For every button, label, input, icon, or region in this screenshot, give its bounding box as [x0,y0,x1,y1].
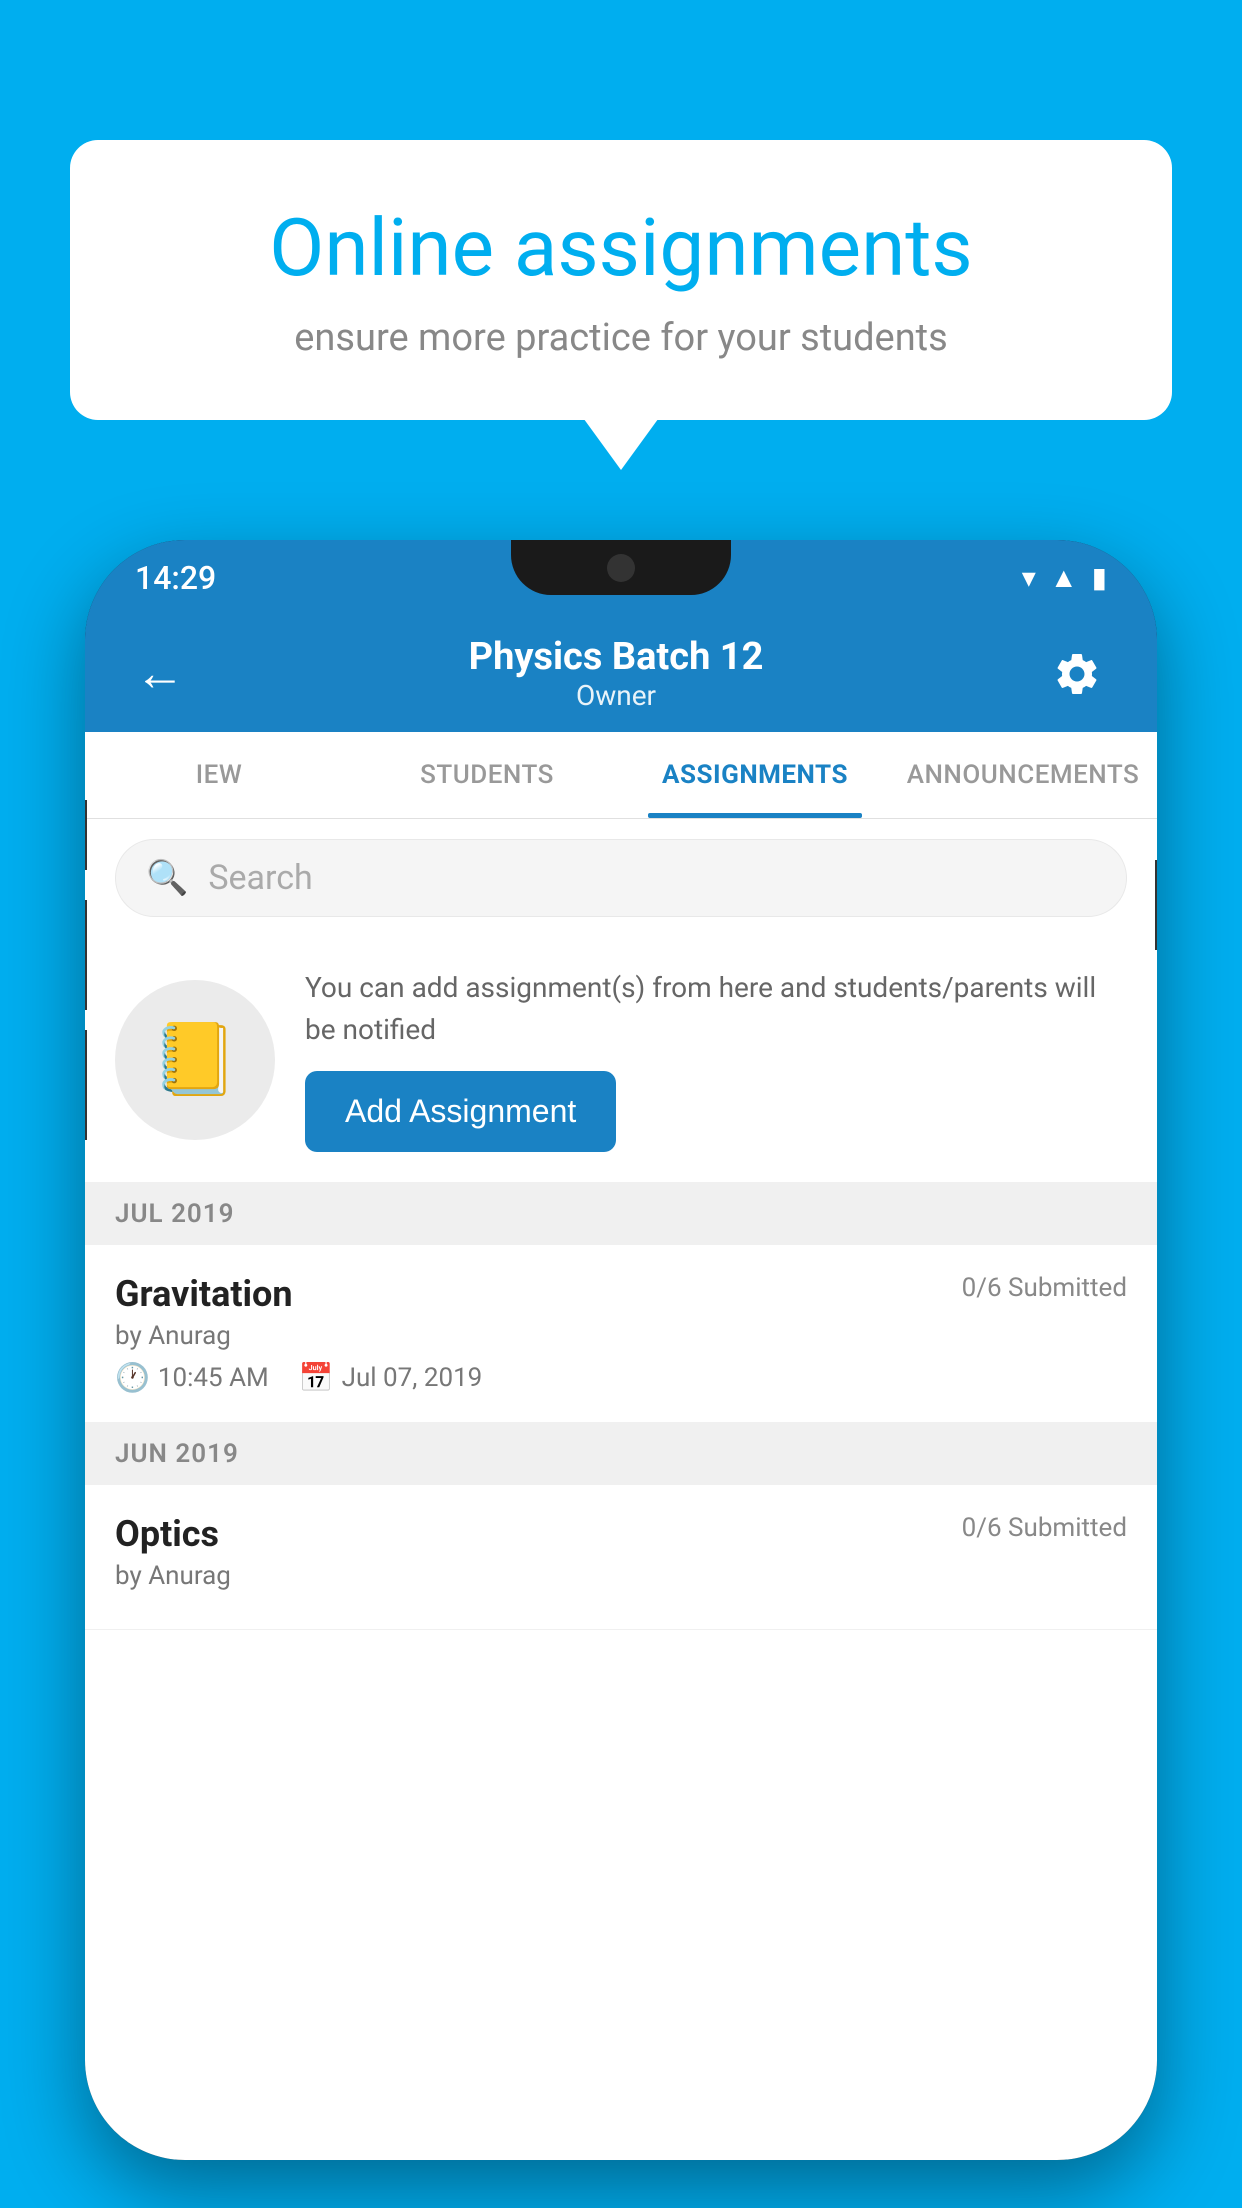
notebook-icon: 📒 [151,1019,238,1101]
signal-icon: ▲ [1050,561,1078,594]
assignment-author: by Anurag [115,1561,1127,1591]
search-placeholder: Search [208,858,312,898]
phone-screen: 🔍 Search 📒 You can add assignment(s) fro… [85,819,1157,2160]
tab-bar: IEW STUDENTS ASSIGNMENTS ANNOUNCEMENTS [85,732,1157,819]
battery-icon: ▮ [1092,561,1107,594]
phone-container: 14:29 ▾ ▲ ▮ ← Physics Batch 12 Owner [85,540,1157,2208]
section-header-jun: JUN 2019 [85,1423,1157,1485]
phone-notch [511,540,731,595]
assignment-time: 10:45 AM [158,1363,269,1393]
bubble-title: Online assignments [150,200,1092,296]
assignment-author: by Anurag [115,1321,1127,1351]
wifi-icon: ▾ [1022,561,1036,594]
table-row[interactable]: Gravitation 0/6 Submitted by Anurag 🕐 10… [85,1245,1157,1423]
tab-iew[interactable]: IEW [85,732,353,818]
promo-description: You can add assignment(s) from here and … [305,967,1127,1051]
speech-bubble-area: Online assignments ensure more practice … [70,140,1172,420]
assignment-row1: Gravitation 0/6 Submitted [115,1273,1127,1315]
header-subtitle: Owner [469,679,764,712]
silent-button [85,1030,87,1140]
assignment-date: Jul 07, 2019 [342,1363,483,1393]
assignment-status: 0/6 Submitted [962,1273,1127,1303]
camera-dot [607,554,635,582]
header-center: Physics Batch 12 Owner [469,635,764,712]
search-container: 🔍 Search [85,819,1157,937]
search-icon: 🔍 [146,858,188,898]
date-meta: 📅 Jul 07, 2019 [299,1361,483,1394]
section-header-jul: JUL 2019 [85,1183,1157,1245]
power-button [1155,860,1157,950]
section-label-jul: JUL 2019 [115,1199,235,1229]
assignment-meta: 🕐 10:45 AM 📅 Jul 07, 2019 [115,1361,1127,1394]
status-time: 14:29 [135,559,216,597]
settings-button[interactable] [1047,644,1107,704]
speech-bubble: Online assignments ensure more practice … [70,140,1172,420]
bubble-subtitle: ensure more practice for your students [150,316,1092,360]
tab-assignments[interactable]: ASSIGNMENTS [621,732,889,818]
assignment-name: Gravitation [115,1273,293,1315]
volume-down-button [85,900,87,1010]
phone-frame: 14:29 ▾ ▲ ▮ ← Physics Batch 12 Owner [85,540,1157,2160]
search-bar[interactable]: 🔍 Search [115,839,1127,917]
tab-announcements[interactable]: ANNOUNCEMENTS [889,732,1157,818]
header-title: Physics Batch 12 [469,635,764,679]
table-row[interactable]: Optics 0/6 Submitted by Anurag [85,1485,1157,1630]
status-icons: ▾ ▲ ▮ [1022,561,1107,594]
app-header: ← Physics Batch 12 Owner [85,615,1157,732]
calendar-icon: 📅 [299,1361,334,1394]
promo-text-area: You can add assignment(s) from here and … [305,967,1127,1152]
clock-icon: 🕐 [115,1361,150,1394]
section-label-jun: JUN 2019 [115,1439,239,1469]
time-meta: 🕐 10:45 AM [115,1361,269,1394]
promo-section: 📒 You can add assignment(s) from here an… [85,937,1157,1183]
tab-students[interactable]: STUDENTS [353,732,621,818]
assignment-name: Optics [115,1513,219,1555]
add-assignment-button[interactable]: Add Assignment [305,1071,616,1152]
assignment-status: 0/6 Submitted [962,1513,1127,1543]
promo-icon-circle: 📒 [115,980,275,1140]
assignment-row1: Optics 0/6 Submitted [115,1513,1127,1555]
back-button[interactable]: ← [135,644,185,703]
gear-icon [1052,649,1102,699]
